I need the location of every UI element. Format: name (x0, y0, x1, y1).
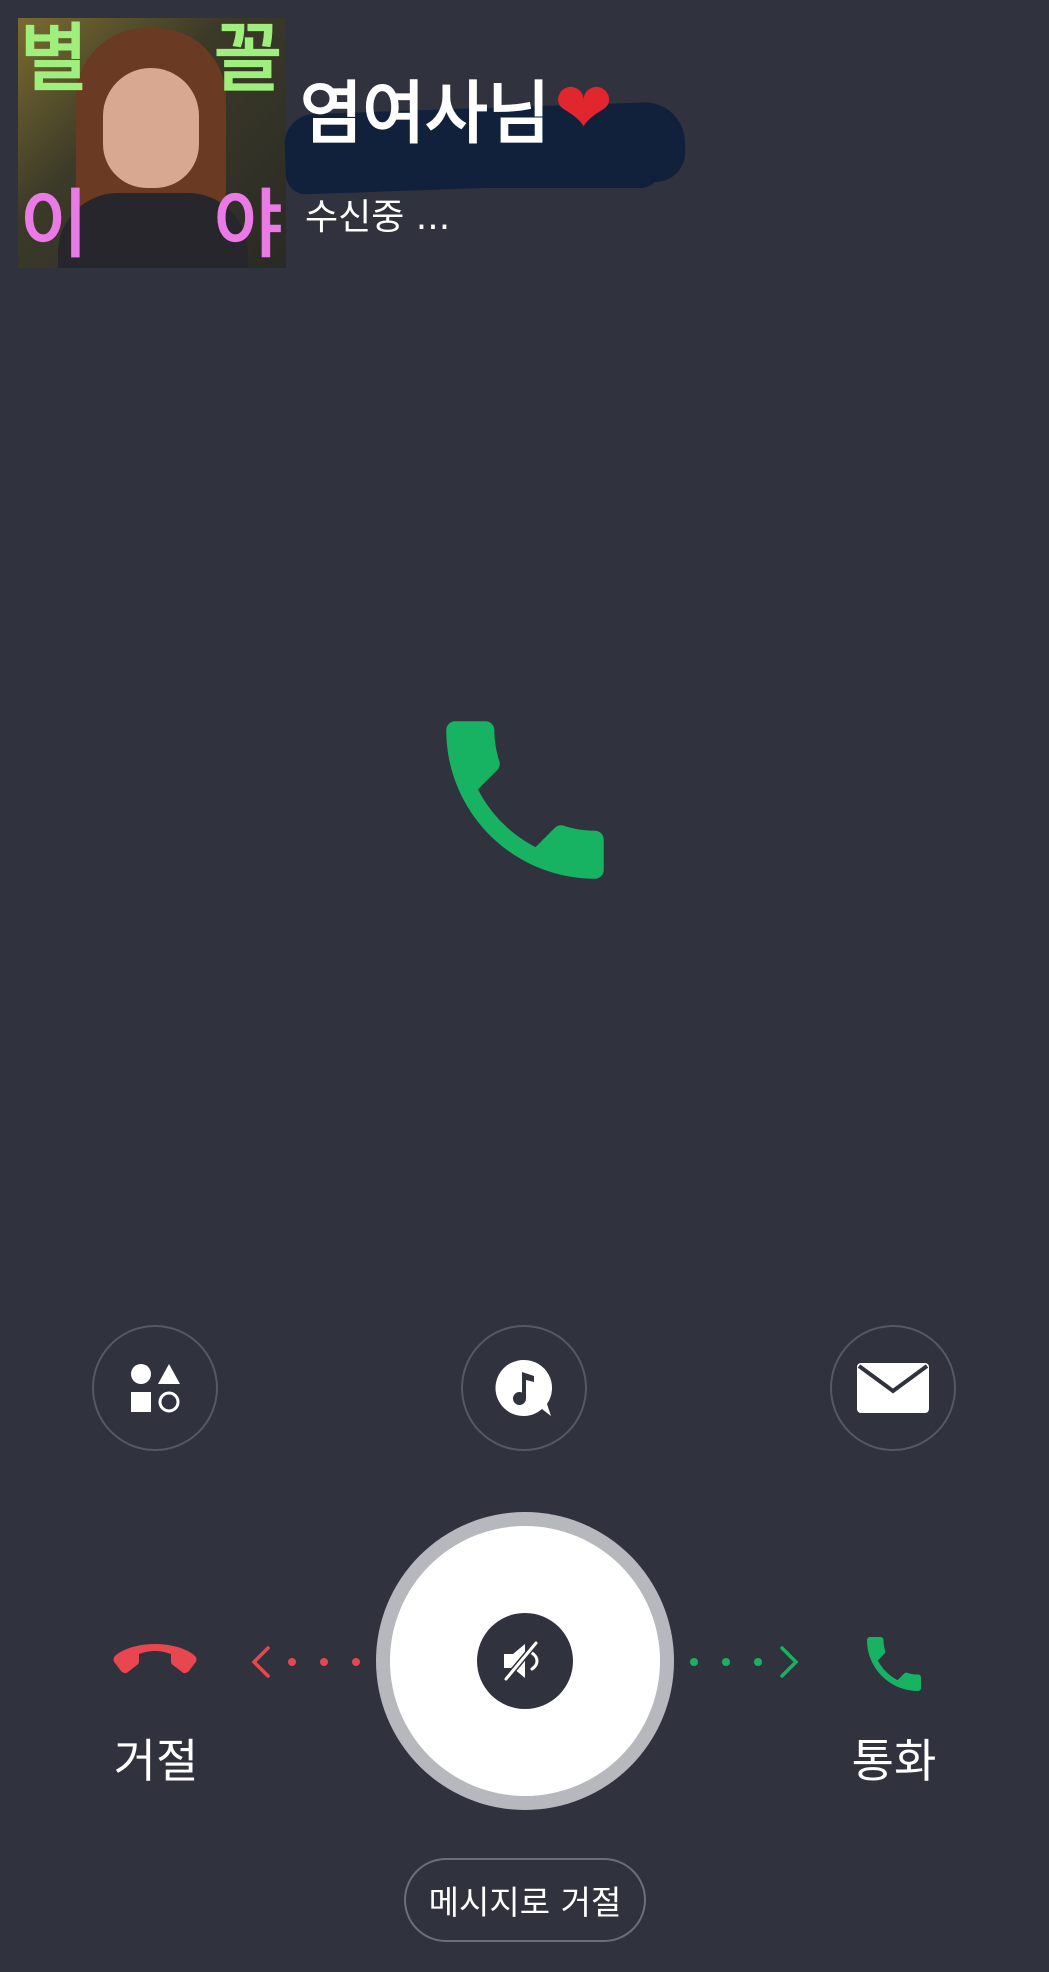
envelope-icon (857, 1363, 929, 1413)
avatar-text-4: 야 (213, 182, 282, 268)
avatar-face (103, 68, 199, 188)
mute-button[interactable] (477, 1613, 573, 1709)
ringtone-button[interactable] (461, 1325, 587, 1451)
call-swipe-handle[interactable] (376, 1512, 674, 1810)
avatar-text-2: 꼴 (213, 18, 282, 102)
swipe-right-hint (690, 1646, 799, 1678)
accept-label: 통화 (851, 1734, 937, 1788)
decline-label: 거절 (113, 1734, 199, 1788)
reject-with-message-button[interactable]: 메시지로 거절 (404, 1858, 646, 1942)
message-button[interactable] (830, 1325, 956, 1451)
speaker-mute-icon (503, 1640, 539, 1682)
call-status: 수신중 ... (305, 197, 451, 238)
avatar-text-1: 별 (20, 18, 89, 102)
apps-button[interactable] (92, 1325, 218, 1451)
swipe-left-hint (251, 1646, 360, 1678)
heart-icon: ❤ (554, 66, 613, 149)
caller-name: 염여사님 ❤ (300, 58, 613, 157)
phone-icon (446, 721, 604, 879)
swipe-handle-inner (390, 1526, 660, 1796)
caller-name-text: 염여사님 (300, 75, 551, 154)
avatar-text-3: 이 (20, 182, 89, 268)
phone-icon[interactable] (858, 1628, 930, 1700)
caller-avatar: 별 꼴 이 야 (18, 18, 286, 268)
music-note-icon (495, 1359, 553, 1416)
shapes-icon (131, 1364, 180, 1413)
phone-hangup-icon[interactable] (112, 1640, 198, 1680)
